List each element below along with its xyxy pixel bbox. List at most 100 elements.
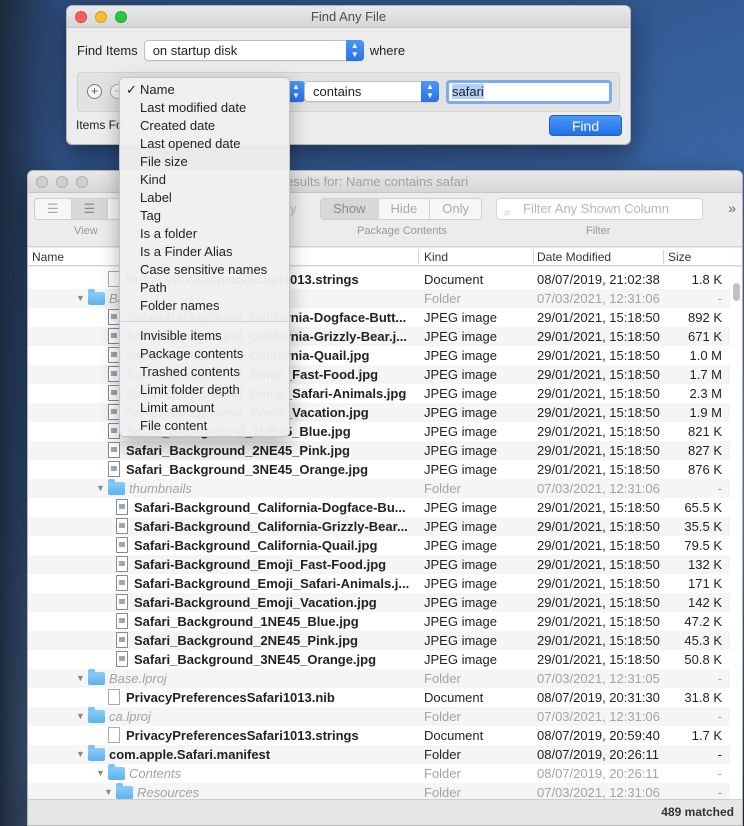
package-hide-button[interactable]: Hide — [379, 199, 431, 219]
row-date: 07/03/2021, 12:31:05 — [537, 671, 660, 686]
menu-item-invisible-items[interactable]: Invisible items — [120, 327, 289, 345]
location-popup[interactable]: on startup disk ▲ ▼ — [143, 39, 364, 61]
jpeg-file-icon — [116, 613, 128, 629]
list-view-icon[interactable]: ☰ — [35, 199, 72, 219]
column-size-header[interactable]: Size — [668, 250, 691, 264]
menu-item-label: Limit amount — [140, 400, 215, 415]
package-only-button[interactable]: Only — [430, 199, 481, 219]
menu-item-file-content[interactable]: File content — [120, 417, 289, 435]
menu-item-last-opened-date[interactable]: Last opened date — [120, 135, 289, 153]
column-date-header[interactable]: Date Modified — [537, 250, 611, 264]
row-date: 29/01/2021, 15:18:50 — [537, 538, 660, 553]
document-icon — [108, 727, 120, 743]
row-date: 07/03/2021, 12:31:06 — [537, 481, 660, 496]
add-criterion-button[interactable]: + — [87, 84, 102, 99]
checkmark-icon: ✓ — [126, 82, 137, 97]
find-button[interactable]: Find — [549, 115, 622, 136]
zoom-window-button[interactable] — [76, 176, 88, 188]
menu-item-last-modified-date[interactable]: Last modified date — [120, 99, 289, 117]
menu-item-created-date[interactable]: Created date — [120, 117, 289, 135]
jpeg-file-icon — [116, 594, 128, 610]
table-row[interactable]: Safari-Background_Emoji_Fast-Food.jpg JPE… — [28, 555, 730, 574]
menu-item-label: File content — [140, 418, 208, 433]
disclosure-triangle-icon[interactable]: ▼ — [96, 764, 105, 783]
menu-item-label: Kind — [140, 172, 167, 187]
row-date: 08/07/2019, 20:59:40 — [537, 728, 660, 743]
disclosure-triangle-icon[interactable]: ▼ — [76, 707, 85, 726]
jpeg-file-icon — [116, 537, 128, 553]
menu-item-kind[interactable]: Kind — [120, 171, 289, 189]
row-size: 2.3 M — [689, 386, 722, 401]
row-name: Safari-Background_Emoji_Fast-Food.jpg — [134, 557, 387, 572]
table-row[interactable]: Safari_Background_1NE45_Blue.jpg JPEG ima… — [28, 612, 730, 631]
row-kind: JPEG image — [424, 500, 497, 515]
menu-item-label[interactable]: Label — [120, 189, 289, 207]
menu-item-is-a-finder-alias[interactable]: Is a Finder Alias — [120, 243, 289, 261]
double-chevron-right-icon[interactable]: » — [728, 200, 736, 216]
table-row[interactable]: ▼ ca.lproj Folder 07/03/2021, 12:31:06 - — [28, 707, 730, 726]
find-window-titlebar[interactable]: Find Any File — [67, 6, 630, 28]
row-size: 1.7 M — [689, 367, 722, 382]
search-input[interactable]: safari — [446, 80, 612, 104]
table-row[interactable]: ▼ com.apple.Safari.manifest Folder 08/07/20… — [28, 745, 730, 764]
disclosure-triangle-icon[interactable]: ▼ — [96, 479, 105, 498]
find-items-row: Find Items on startup disk ▲ ▼ where — [77, 38, 620, 62]
menu-item-label: Tag — [140, 208, 161, 223]
folder-icon — [88, 745, 105, 761]
menu-item-path[interactable]: Path — [120, 279, 289, 297]
menu-item-case-sensitive-names[interactable]: Case sensitive names — [120, 261, 289, 279]
menu-item-file-size[interactable]: File size — [120, 153, 289, 171]
menu-item-limit-amount[interactable]: Limit amount — [120, 399, 289, 417]
disclosure-triangle-icon[interactable]: ▼ — [76, 745, 85, 764]
row-size: - — [717, 709, 722, 724]
close-window-button[interactable] — [36, 176, 48, 188]
table-row[interactable]: Safari-Background_California-Dogface-Bu.… — [28, 498, 730, 517]
row-date: 29/01/2021, 15:18:50 — [537, 462, 660, 477]
menu-item-label: Last modified date — [140, 100, 247, 115]
table-row[interactable]: Safari_Background_3NE45_Orange.jpg JPEG i… — [28, 460, 730, 479]
row-date: 07/03/2021, 12:31:06 — [537, 291, 660, 306]
row-name: Safari-Background_Emoji_Vacation.jpg — [134, 595, 377, 610]
close-window-button[interactable] — [75, 11, 87, 23]
minimize-window-button[interactable] — [56, 176, 68, 188]
menu-item-is-a-folder[interactable]: Is a folder — [120, 225, 289, 243]
menu-item-folder-names[interactable]: Folder names — [120, 297, 289, 315]
filter-input[interactable]: ⌕ Filter Any Shown Column — [496, 198, 703, 220]
operator-popup[interactable]: contains ▲ ▼ — [304, 81, 439, 102]
table-row[interactable]: Safari-Background_Emoji_Safari-Animals.j… — [28, 574, 730, 593]
row-date: 29/01/2021, 15:18:50 — [537, 519, 660, 534]
disclosure-triangle-icon[interactable]: ▼ — [76, 289, 85, 308]
table-row[interactable]: Safari_Background_2NE45_Pink.jpg JPEG ima… — [28, 441, 730, 460]
menu-item-name[interactable]: ✓ Name — [120, 81, 289, 99]
table-row[interactable]: Safari-Background_Emoji_Vacation.jpg JPEG… — [28, 593, 730, 612]
row-size: 1.9 M — [689, 405, 722, 420]
table-row[interactable]: ▼ thumbnails Folder 07/03/2021, 12:31:06 - — [28, 479, 730, 498]
table-row[interactable]: Safari-Background_California-Quail.jpg JP… — [28, 536, 730, 555]
table-row[interactable]: Safari_Background_3NE45_Orange.jpg JPEG i… — [28, 650, 730, 669]
disclosure-triangle-icon[interactable]: ▼ — [76, 669, 85, 688]
row-name: Safari_Background_3NE45_Orange.jpg — [126, 462, 369, 477]
table-row[interactable]: Safari_Background_2NE45_Pink.jpg JPEG ima… — [28, 631, 730, 650]
menu-item-limit-folder-depth[interactable]: Limit folder depth — [120, 381, 289, 399]
package-contents-segmented[interactable]: Show Hide Only — [320, 198, 483, 220]
minimize-window-button[interactable] — [95, 11, 107, 23]
row-size: 35.5 K — [684, 519, 722, 534]
package-show-button[interactable]: Show — [321, 199, 379, 219]
menu-item-package-contents[interactable]: Package contents — [120, 345, 289, 363]
column-kind-header[interactable]: Kind — [424, 250, 448, 264]
outline-view-icon[interactable]: ☰ — [71, 199, 109, 219]
table-row[interactable]: ▼ Base.lproj Folder 07/03/2021, 12:31:05 - — [28, 669, 730, 688]
menu-item-label: Trashed contents — [140, 364, 240, 379]
table-row[interactable]: PrivacyPreferencesSafari1013.strings Docu… — [28, 726, 730, 745]
table-row[interactable]: PrivacyPreferencesSafari1013.nib Document… — [28, 688, 730, 707]
zoom-window-button[interactable] — [115, 11, 127, 23]
menu-item-tag[interactable]: Tag — [120, 207, 289, 225]
row-size: 1.8 K — [691, 272, 722, 287]
folder-icon — [116, 783, 133, 799]
menu-item-trashed-contents[interactable]: Trashed contents — [120, 363, 289, 381]
table-row[interactable]: ▼ Contents Folder 08/07/2019, 20:26:11 - — [28, 764, 730, 783]
table-row[interactable]: Safari-Background_California-Grizzly-Bea… — [28, 517, 730, 536]
vertical-scrollbar[interactable] — [733, 283, 740, 301]
row-kind: JPEG image — [424, 443, 497, 458]
column-name-header[interactable]: Name — [32, 250, 64, 264]
